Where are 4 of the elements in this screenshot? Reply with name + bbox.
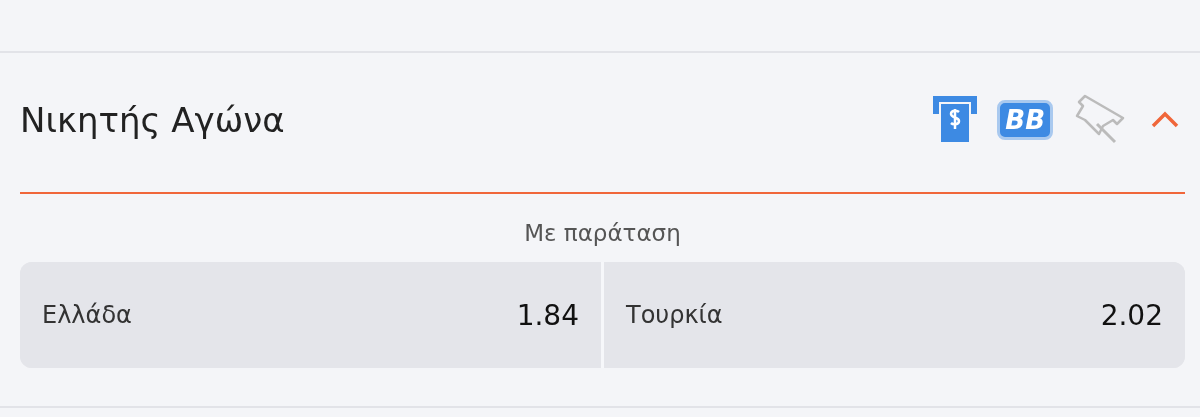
bet-builder-badge: BB bbox=[997, 99, 1053, 140]
odds-button[interactable]: Τουρκία 2.02 bbox=[601, 262, 1185, 368]
market-title: Νικητής Αγώνα bbox=[20, 99, 286, 142]
market-subtitle: Με παράταση bbox=[523, 219, 682, 248]
